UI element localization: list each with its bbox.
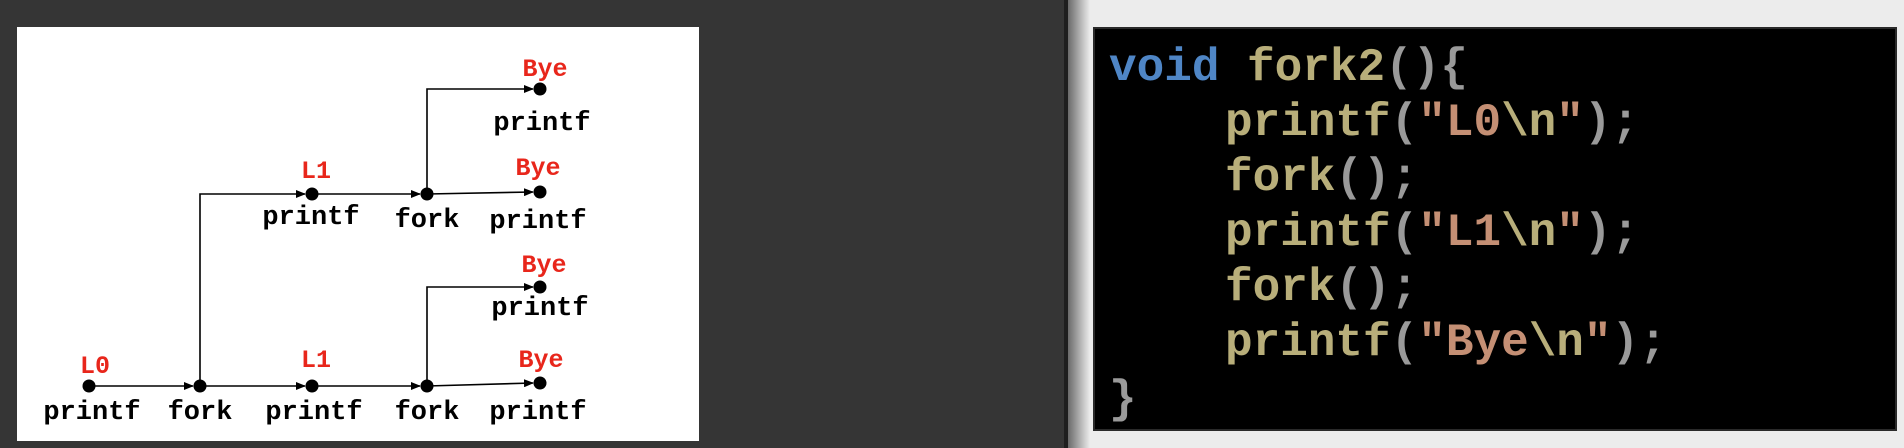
quote-close: " — [1556, 97, 1584, 149]
node-label-n1: fork — [168, 398, 233, 428]
output-label-n0: L0 — [80, 352, 110, 381]
node-label-n3: fork — [395, 398, 460, 428]
rparen: ) — [1611, 317, 1640, 369]
rparen: ) — [1583, 97, 1612, 149]
left-pane: printf L0 fork printf L1 fork printf Bye printf B… — [0, 0, 1064, 448]
node-label-n7: fork — [395, 206, 460, 236]
semicolon: ; — [1390, 262, 1419, 314]
edge-n7-n9 — [426, 188, 534, 197]
node-dot-n8 — [533, 82, 547, 96]
output-label-n5: Bye — [518, 346, 563, 375]
node-dot-n9 — [533, 185, 547, 199]
semicolon: ; — [1611, 207, 1640, 259]
edge-n3-n5 — [426, 379, 534, 388]
quote-close: " — [1583, 317, 1612, 369]
printf-call: printf — [1225, 207, 1391, 259]
code-line-4: printf("L1\n"); — [1225, 207, 1639, 259]
close-brace: } — [1109, 374, 1137, 426]
code-line-6: printf("Bye\n"); — [1225, 317, 1667, 369]
node-dot-n0 — [82, 379, 96, 393]
node-dot-n4 — [533, 280, 547, 294]
escape-newline: \n — [1501, 97, 1557, 149]
semicolon: ; — [1390, 152, 1419, 204]
node-dot-n1 — [193, 379, 207, 393]
semicolon: ; — [1611, 97, 1640, 149]
fork-call: fork — [1225, 152, 1336, 204]
lparen: ( — [1390, 317, 1419, 369]
node-label-n4: printf — [491, 294, 588, 324]
code-block: void fork2(){ printf("L0\n"); fork(); pr… — [1093, 27, 1897, 431]
node-label-n5: printf — [489, 398, 586, 428]
string-l0: L0 — [1445, 97, 1502, 149]
fork-parens: () — [1335, 262, 1391, 314]
node-dot-n3 — [420, 379, 434, 393]
semicolon: ; — [1639, 317, 1667, 369]
node-label-n9: printf — [489, 207, 586, 237]
printf-call: printf — [1225, 97, 1391, 149]
code-line-2: printf("L0\n"); — [1225, 97, 1639, 149]
quote-open: " — [1418, 317, 1446, 369]
code-line-7: } — [1109, 374, 1137, 426]
node-dot-n5 — [533, 376, 547, 390]
node-dot-n7 — [420, 187, 434, 201]
string-bye: Bye — [1445, 317, 1529, 369]
output-label-n2: L1 — [301, 346, 331, 375]
lparen: ( — [1390, 207, 1419, 259]
node-dot-n2 — [305, 379, 319, 393]
fork-call: fork — [1225, 262, 1336, 314]
printf-call: printf — [1225, 317, 1391, 369]
output-label-n8: Bye — [522, 55, 567, 84]
output-label-n4: Bye — [521, 251, 566, 280]
escape-newline: \n — [1528, 317, 1584, 369]
node-label-n6: printf — [262, 203, 359, 233]
node-label-n8: printf — [493, 109, 590, 139]
escape-newline: \n — [1501, 207, 1557, 259]
code-line-5: fork(); — [1225, 262, 1418, 314]
process-graph-diagram: printf L0 fork printf L1 fork printf Bye printf B… — [17, 27, 699, 441]
lparen: ( — [1390, 97, 1419, 149]
string-l1: L1 — [1445, 207, 1502, 259]
fork-parens: () — [1335, 152, 1391, 204]
output-label-n6: L1 — [301, 157, 331, 186]
open-brace: { — [1440, 42, 1468, 94]
node-dot-n6 — [305, 187, 319, 201]
code-line-3: fork(); — [1225, 152, 1418, 204]
output-label-n9: Bye — [515, 154, 560, 183]
code-line-1: void fork2(){ — [1109, 42, 1468, 94]
process-graph-svg: printf L0 fork printf L1 fork printf Bye printf B… — [43, 55, 590, 428]
function-parens: () — [1385, 42, 1441, 94]
rparen: ) — [1583, 207, 1612, 259]
keyword-void: void — [1109, 42, 1220, 94]
quote-close: " — [1556, 207, 1584, 259]
quote-open: " — [1418, 97, 1446, 149]
function-name: fork2 — [1247, 42, 1386, 94]
node-label-n2: printf — [265, 398, 362, 428]
node-label-n0: printf — [43, 398, 140, 428]
quote-open: " — [1418, 207, 1446, 259]
